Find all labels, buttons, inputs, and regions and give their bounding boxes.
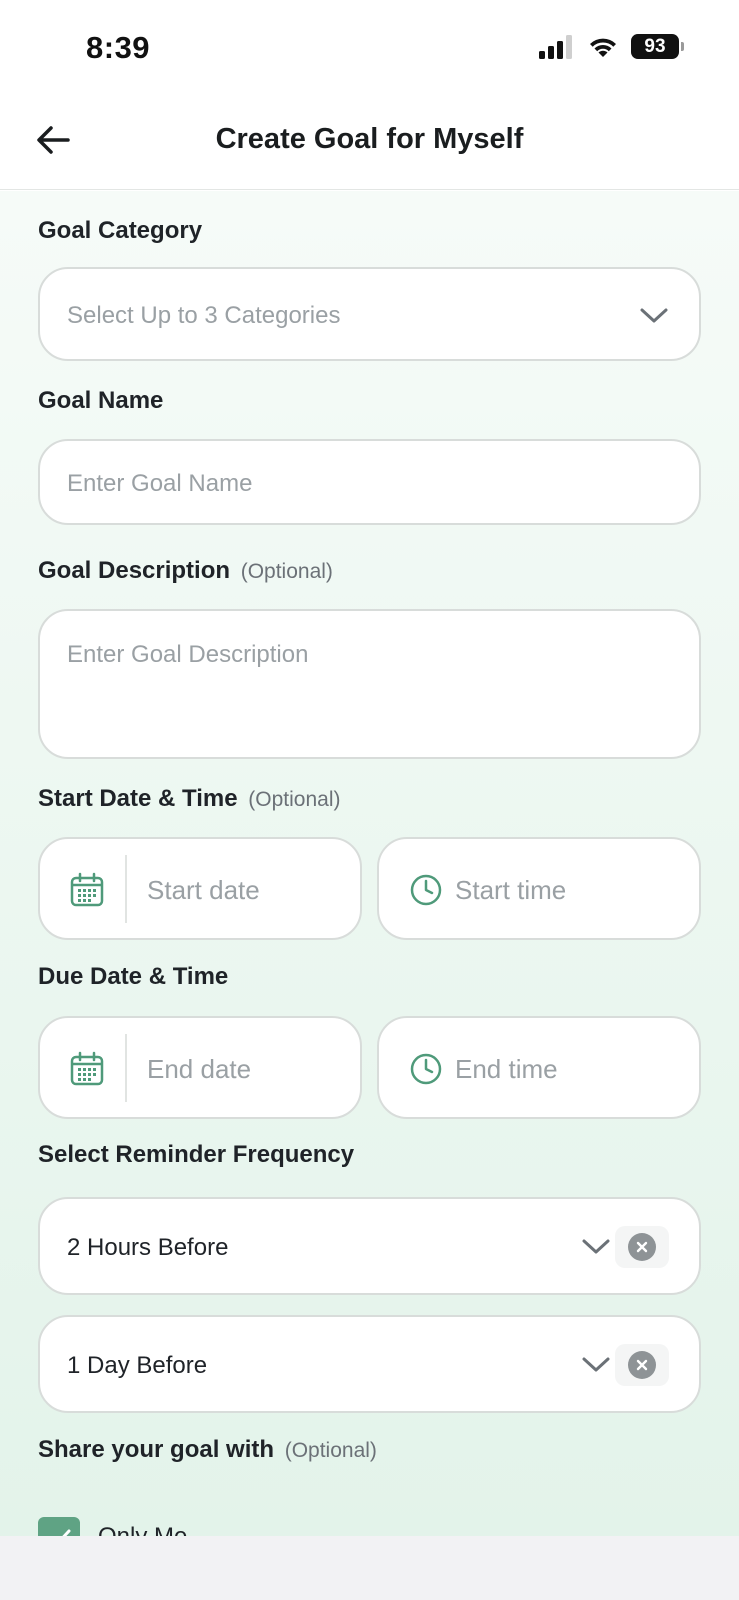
battery-level: 93	[644, 35, 666, 57]
goal-name-label: Goal Name	[38, 387, 164, 414]
divider	[125, 1034, 127, 1102]
clear-button[interactable]	[615, 1344, 669, 1386]
share-goal-label-text: Share your goal with	[38, 1436, 275, 1463]
chevron-down-icon	[640, 308, 668, 323]
status-bar: 8:39 93	[0, 0, 739, 100]
due-date-time-label: Due Date & Time	[38, 963, 229, 990]
reminder-value: 1 Day Before	[67, 1352, 208, 1379]
status-time: 8:39	[86, 30, 151, 65]
goal-description-placeholder: Enter Goal Description	[67, 641, 309, 668]
clear-icon	[628, 1351, 656, 1379]
end-time-placeholder: End time	[455, 1054, 558, 1084]
start-time-placeholder: Start time	[455, 875, 567, 905]
optional-tag: (Optional)	[240, 560, 333, 583]
clear-icon	[628, 1233, 656, 1261]
page-title: Create Goal for Myself	[215, 123, 524, 155]
end-time-picker[interactable]: End time	[377, 1016, 701, 1119]
chevron-down-icon	[582, 1357, 610, 1372]
reminder-value: 2 Hours Before	[67, 1234, 229, 1261]
goal-category-placeholder: Select Up to 3 Categories	[67, 302, 341, 329]
divider	[125, 855, 127, 923]
optional-tag: (Optional)	[284, 1439, 377, 1462]
optional-tag: (Optional)	[248, 788, 341, 811]
clock-icon	[410, 874, 442, 906]
share-goal-label: Share your goal with (Optional)	[38, 1436, 377, 1464]
goal-description-label: Goal Description (Optional)	[38, 557, 333, 585]
only-me-label: Only Me	[98, 1523, 187, 1536]
reminder-select-1[interactable]: 2 Hours Before	[38, 1197, 701, 1295]
end-date-picker[interactable]: End date	[38, 1016, 362, 1119]
nav-bar: Create Goal for Myself	[0, 100, 739, 190]
start-time-picker[interactable]: Start time	[377, 837, 701, 940]
clock-icon	[410, 1053, 442, 1085]
goal-category-select[interactable]: Select Up to 3 Categories	[38, 267, 701, 361]
reminder-frequency-label: Select Reminder Frequency	[38, 1141, 355, 1168]
signal-icon	[539, 34, 572, 59]
wifi-icon	[590, 38, 616, 57]
end-date-placeholder: End date	[147, 1054, 252, 1084]
bottom-bar	[0, 1536, 739, 1600]
check-icon	[62, 1529, 71, 1536]
goal-form: Goal Category Select Up to 3 Categories …	[0, 191, 739, 1536]
calendar-icon	[70, 1051, 104, 1086]
reminder-select-2[interactable]: 1 Day Before	[38, 1315, 701, 1413]
calendar-icon	[70, 872, 104, 907]
goal-description-label-text: Goal Description	[38, 557, 231, 584]
goal-name-input[interactable]: Enter Goal Name	[38, 439, 701, 525]
battery-indicator: 93	[631, 34, 684, 59]
goal-description-textarea[interactable]: Enter Goal Description	[38, 609, 701, 759]
chevron-down-icon	[582, 1239, 610, 1254]
only-me-checkbox[interactable]	[38, 1517, 80, 1536]
start-date-time-label-text: Start Date & Time	[38, 785, 238, 812]
status-icons: 93	[539, 34, 684, 59]
start-date-time-label: Start Date & Time (Optional)	[38, 785, 341, 813]
start-date-picker[interactable]: Start date	[38, 837, 362, 940]
start-date-placeholder: Start date	[147, 875, 260, 905]
clear-button[interactable]	[615, 1226, 669, 1268]
goal-category-label: Goal Category	[38, 217, 203, 244]
goal-name-placeholder: Enter Goal Name	[67, 470, 253, 497]
